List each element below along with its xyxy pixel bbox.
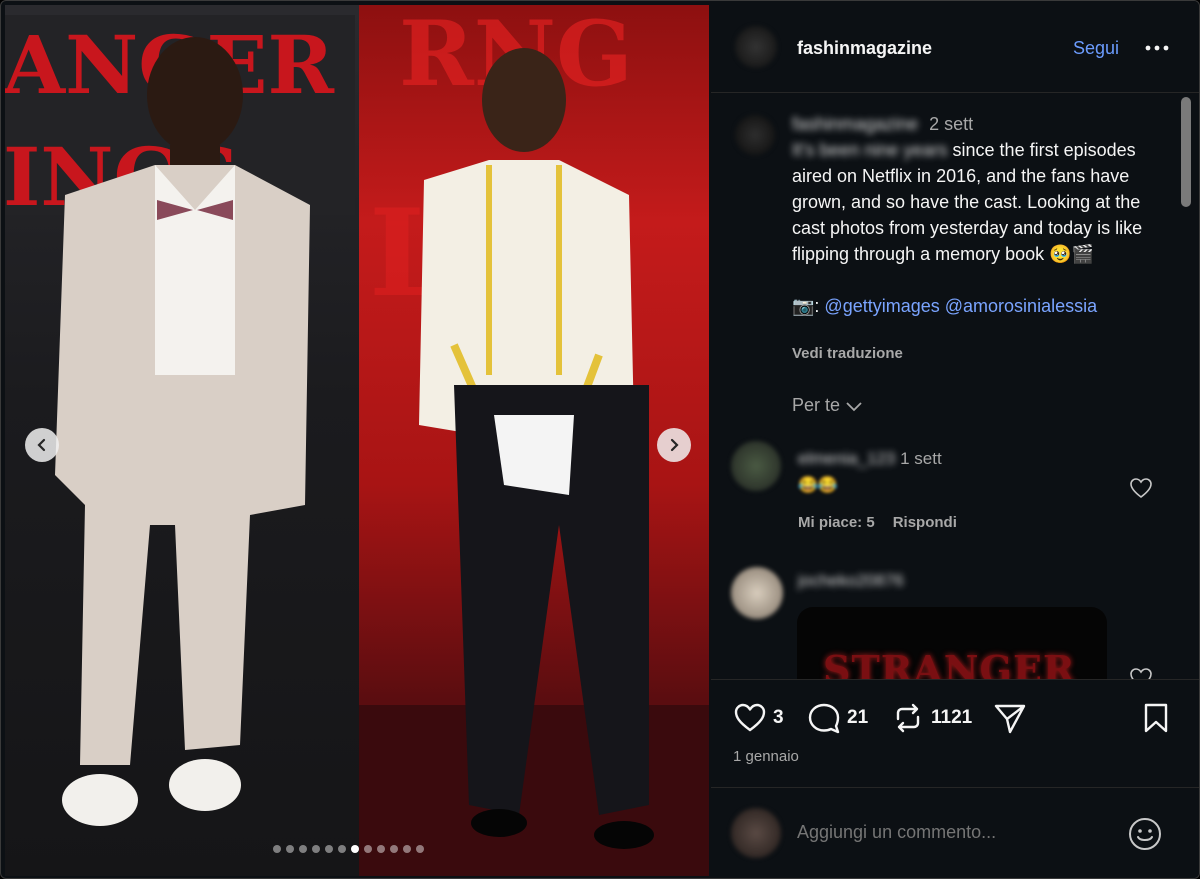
carousel-dot[interactable] bbox=[390, 845, 398, 853]
comment-meta: Mi piace: 5 Rispondi bbox=[798, 514, 957, 531]
repost-icon bbox=[896, 703, 920, 733]
carousel-dots bbox=[273, 845, 424, 853]
caption-author[interactable]: fashinmagazine bbox=[792, 114, 918, 134]
post-header: fashinmagazine Segui bbox=[711, 1, 1199, 93]
comment-author[interactable]: jocheko20876 bbox=[798, 571, 904, 591]
comment-like-heart-icon[interactable] bbox=[1129, 477, 1153, 499]
carousel-dot[interactable] bbox=[273, 845, 281, 853]
comment-header: elmenia_123 1 sett bbox=[798, 449, 942, 469]
follow-button[interactable]: Segui bbox=[1073, 38, 1119, 59]
comment-author[interactable]: elmenia_123 bbox=[798, 449, 895, 468]
comment-count: 21 bbox=[847, 707, 869, 728]
share-button[interactable] bbox=[993, 702, 1027, 734]
carousel-dot[interactable] bbox=[286, 845, 294, 853]
chevron-right-icon bbox=[670, 438, 679, 452]
comment-input[interactable] bbox=[797, 822, 1097, 843]
caption-credit-prefix: 📷: bbox=[792, 296, 825, 316]
caption-age: 2 sett bbox=[929, 114, 974, 134]
mention-amorosinialessia[interactable]: @amorosinialessia bbox=[945, 296, 1097, 316]
comment-author-avatar[interactable] bbox=[731, 567, 783, 619]
comment-button[interactable]: 21 bbox=[807, 702, 868, 734]
chevron-left-icon bbox=[37, 438, 46, 452]
heart-icon bbox=[734, 703, 766, 732]
like-count: 3 bbox=[773, 707, 784, 728]
comment-bubble-icon bbox=[808, 703, 840, 734]
carousel-dot[interactable] bbox=[299, 845, 307, 853]
comment-like-heart-icon[interactable] bbox=[1129, 667, 1153, 679]
post-actions-bar: 3 21 1121 1 gennaio bbox=[711, 679, 1199, 779]
repost-count: 1121 bbox=[931, 707, 973, 728]
post-media-carousel[interactable]: ANGER INGS RNG LIG bbox=[5, 5, 709, 876]
post-caption: fashinmagazine 2 sett It's been nine yea… bbox=[792, 111, 1172, 319]
carousel-dot[interactable] bbox=[325, 845, 333, 853]
chevron-down-icon bbox=[846, 401, 862, 411]
comments-scroll-area[interactable]: fashinmagazine 2 sett It's been nine yea… bbox=[711, 93, 1199, 679]
comment-author-avatar[interactable] bbox=[731, 441, 781, 491]
carousel-dot[interactable] bbox=[364, 845, 372, 853]
save-button[interactable] bbox=[1139, 702, 1173, 734]
post-date: 1 gennaio bbox=[733, 748, 799, 765]
caption-blurred-start: It's been nine years bbox=[792, 140, 948, 160]
post-window: ANGER INGS RNG LIG bbox=[0, 0, 1200, 879]
comment-image-card[interactable]: STRANGER bbox=[797, 607, 1107, 679]
caption-author-avatar[interactable] bbox=[735, 115, 775, 155]
carousel-dot[interactable] bbox=[377, 845, 385, 853]
comment-image-text: STRANGER bbox=[823, 647, 1076, 679]
carousel-dot[interactable] bbox=[403, 845, 411, 853]
send-icon bbox=[994, 704, 1026, 734]
author-avatar[interactable] bbox=[735, 26, 777, 68]
carousel-next-button[interactable] bbox=[657, 428, 691, 462]
carousel-dot[interactable] bbox=[416, 845, 424, 853]
comment-likes-count[interactable]: Mi piace: 5 bbox=[798, 514, 875, 531]
comment-reply-button[interactable]: Rispondi bbox=[893, 514, 957, 531]
repost-button[interactable]: 1121 bbox=[891, 702, 972, 734]
current-user-avatar bbox=[731, 808, 781, 858]
emoji-picker-icon[interactable] bbox=[1127, 816, 1163, 852]
carousel-dot[interactable] bbox=[312, 845, 320, 853]
add-comment-bar bbox=[711, 787, 1199, 878]
post-side-panel: fashinmagazine Segui fashinmagazine 2 se… bbox=[711, 1, 1199, 878]
see-translation-link[interactable]: Vedi traduzione bbox=[792, 345, 903, 362]
carousel-dot[interactable] bbox=[351, 845, 359, 853]
for-you-label: Per te bbox=[792, 395, 841, 415]
for-you-dropdown[interactable]: Per te bbox=[792, 395, 864, 416]
author-username[interactable]: fashinmagazine bbox=[797, 38, 932, 59]
comment-age: 1 sett bbox=[900, 449, 942, 468]
bookmark-icon bbox=[1144, 703, 1168, 733]
more-horizontal-icon[interactable] bbox=[1143, 37, 1171, 59]
comment-text: 😂😂 bbox=[798, 477, 838, 494]
comments-scrollbar[interactable] bbox=[1181, 97, 1191, 207]
carousel-prev-button[interactable] bbox=[25, 428, 59, 462]
mention-gettyimages[interactable]: @gettyimages bbox=[824, 296, 939, 316]
like-button[interactable]: 3 bbox=[733, 702, 784, 734]
carousel-dot[interactable] bbox=[338, 845, 346, 853]
